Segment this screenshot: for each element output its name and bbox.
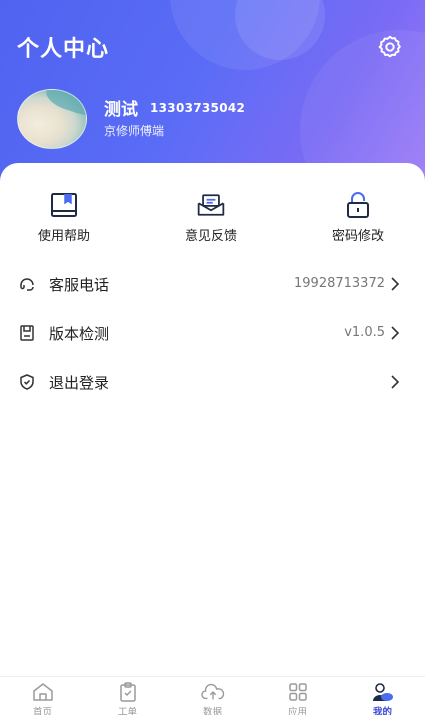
tab-work-orders[interactable]: 工单 — [85, 677, 170, 715]
lock-icon — [343, 190, 373, 220]
logout-label: 退出登录 — [49, 374, 110, 392]
tab-apps[interactable]: 应用 — [255, 677, 340, 715]
book-icon — [49, 190, 79, 220]
page-title: 个人中心 — [17, 37, 110, 62]
tab-home-label: 首页 — [32, 707, 52, 715]
chevron-right-icon — [391, 375, 400, 389]
grid-icon — [286, 682, 310, 702]
help-label: 使用帮助 — [37, 229, 90, 244]
chevron-right-icon — [391, 277, 400, 291]
settings-button[interactable] — [374, 33, 406, 61]
version-check-label: 版本检测 — [49, 325, 110, 343]
version-check-row[interactable]: 版本检测 v1.0.5 — [0, 313, 425, 353]
change-password-label: 密码修改 — [331, 229, 384, 244]
headset-icon — [20, 278, 34, 291]
customer-service-label: 客服电话 — [49, 276, 110, 294]
feedback-button[interactable]: 意见反馈 — [156, 190, 266, 250]
tab-data-label: 数据 — [202, 707, 222, 715]
help-button[interactable]: 使用帮助 — [9, 190, 119, 250]
clipboard-icon — [116, 682, 140, 702]
bottom-tab-bar: 首页 工单 数据 应用 我的 — [0, 676, 425, 715]
tab-data[interactable]: 数据 — [170, 677, 255, 715]
shield-icon — [20, 374, 34, 390]
tab-mine[interactable]: 我的 — [340, 677, 425, 715]
avatar[interactable] — [17, 89, 87, 149]
customer-service-row[interactable]: 客服电话 19928713372 — [0, 264, 425, 304]
change-password-button[interactable]: 密码修改 — [303, 190, 413, 250]
user-phone: 13303735042 — [150, 101, 246, 115]
save-icon — [20, 325, 34, 341]
logout-row[interactable]: 退出登录 — [0, 362, 425, 402]
user-role: 京修师傅端 — [104, 124, 165, 138]
tab-apps-label: 应用 — [287, 707, 307, 715]
feedback-label: 意见反馈 — [184, 229, 237, 244]
home-icon — [31, 682, 55, 702]
tab-work-orders-label: 工单 — [117, 707, 137, 715]
cloud-upload-icon — [200, 682, 225, 702]
version-number: v1.0.5 — [344, 325, 385, 340]
tab-mine-label: 我的 — [372, 707, 392, 715]
chevron-right-icon — [391, 326, 400, 340]
tab-home[interactable]: 首页 — [0, 677, 85, 715]
envelope-icon — [196, 190, 226, 220]
gear-icon — [378, 35, 401, 58]
user-icon — [371, 682, 395, 702]
user-name: 测试 — [104, 100, 138, 120]
customer-service-phone: 19928713372 — [294, 276, 385, 291]
